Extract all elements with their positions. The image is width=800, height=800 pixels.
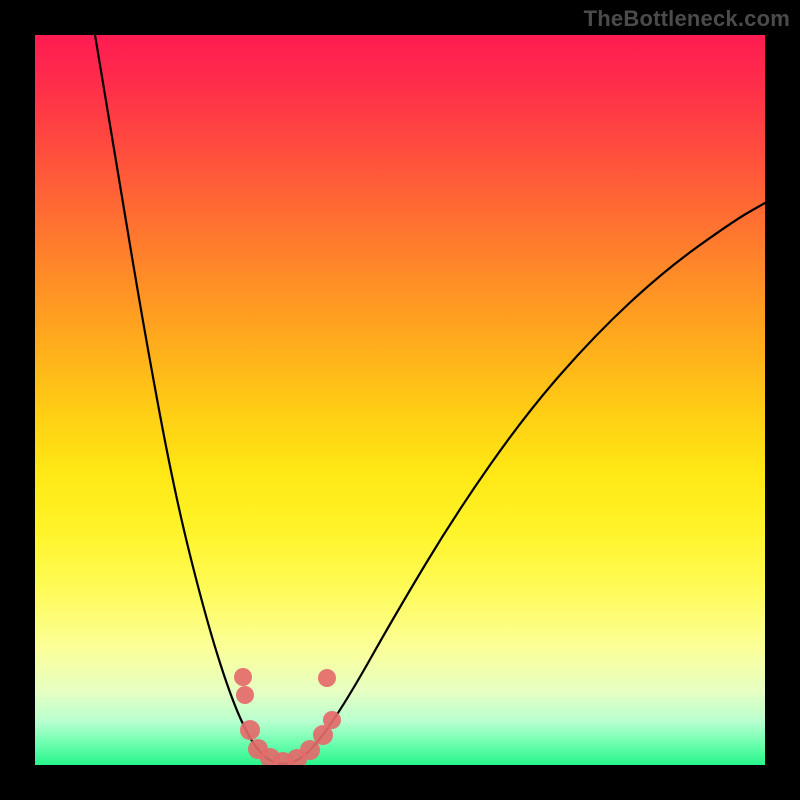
data-marker [240,720,260,740]
data-marker [236,686,254,704]
chart-svg [35,35,765,765]
data-marker [323,711,341,729]
marker-group [234,668,341,765]
data-marker [318,669,336,687]
chart-frame: TheBottleneck.com [0,0,800,800]
curve-path [95,35,765,764]
data-marker [234,668,252,686]
plot-area [35,35,765,765]
watermark-text: TheBottleneck.com [584,6,790,32]
